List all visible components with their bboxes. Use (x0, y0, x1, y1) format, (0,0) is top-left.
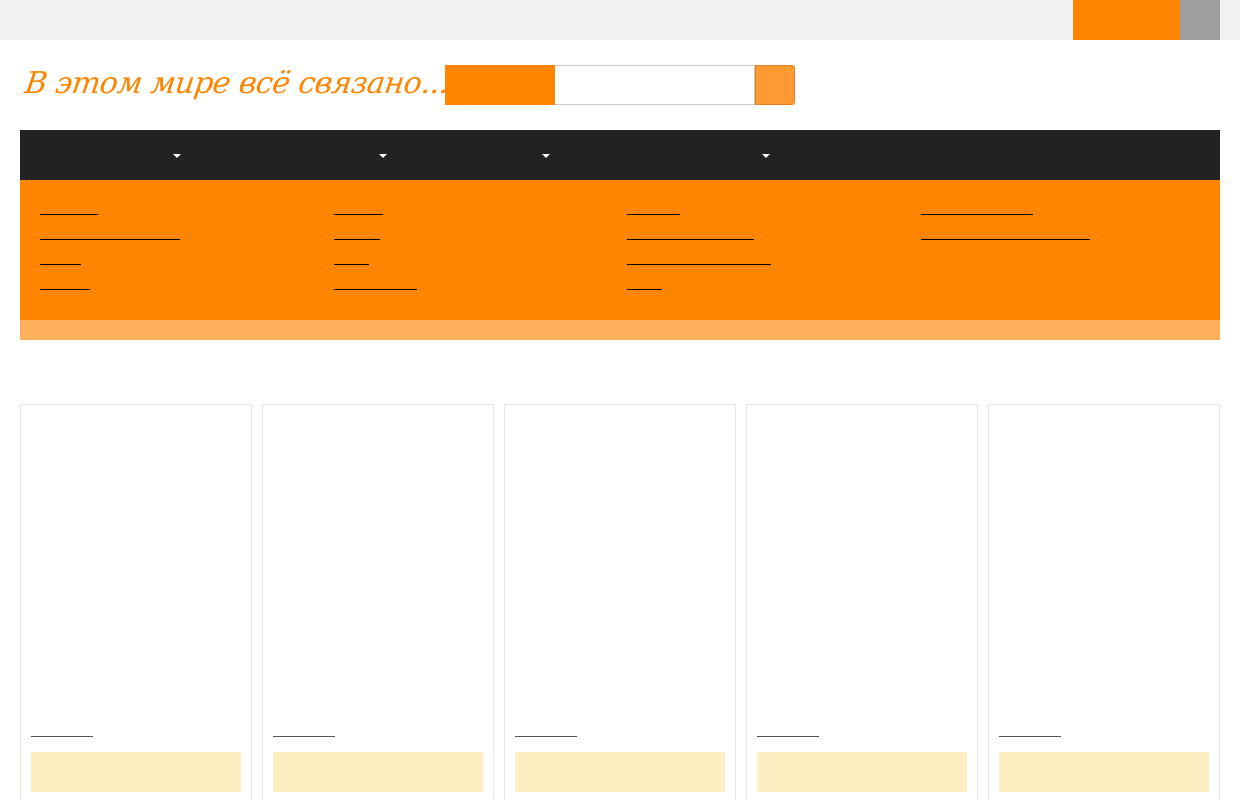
product-card[interactable] (262, 404, 494, 800)
site-logo[interactable]: В этом мире всё связано... (22, 62, 452, 106)
product-image[interactable] (515, 415, 725, 715)
product-card[interactable] (746, 404, 978, 800)
search-input[interactable] (555, 65, 755, 105)
main-nav (20, 130, 1220, 180)
caret-down-icon (379, 154, 387, 158)
caret-down-icon (542, 154, 550, 158)
search-bar (445, 65, 795, 105)
add-to-cart-button[interactable] (273, 752, 483, 792)
nav-item-2[interactable] (240, 130, 390, 180)
product-image[interactable] (999, 415, 1209, 715)
product-image[interactable] (31, 415, 241, 715)
login-button[interactable] (1073, 0, 1180, 40)
product-card[interactable] (988, 404, 1220, 800)
caret-down-icon (762, 154, 770, 158)
caret-down-icon (173, 154, 181, 158)
search-button[interactable] (755, 65, 795, 105)
top-bar (0, 0, 1240, 40)
nav-item-3[interactable] (420, 130, 560, 180)
add-to-cart-button[interactable] (515, 752, 725, 792)
cart-button[interactable] (1180, 0, 1220, 40)
add-to-cart-button[interactable] (757, 752, 967, 792)
search-category-select[interactable] (445, 65, 555, 105)
mega-menu-footer (20, 320, 1220, 340)
mega-menu (20, 180, 1220, 320)
add-to-cart-button[interactable] (31, 752, 241, 792)
nav-item-1[interactable] (40, 130, 190, 180)
product-card[interactable] (20, 404, 252, 800)
product-image[interactable] (273, 415, 483, 715)
nav-item-4[interactable] (590, 130, 780, 180)
product-image[interactable] (757, 415, 967, 715)
add-to-cart-button[interactable] (999, 752, 1209, 792)
product-card[interactable] (504, 404, 736, 800)
